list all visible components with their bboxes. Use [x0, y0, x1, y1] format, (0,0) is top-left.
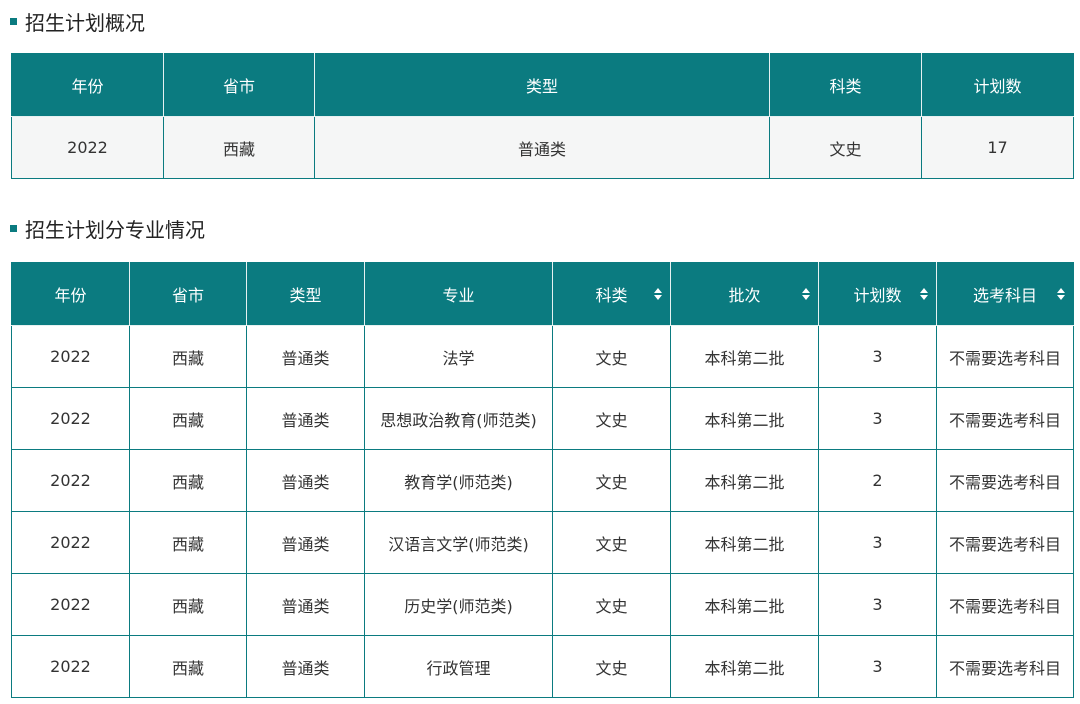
- cell-year: 2022: [11, 387, 130, 450]
- cell-major: 思想政治教育(师范类): [364, 387, 553, 450]
- majors-header-batch-sortable[interactable]: 批次: [670, 262, 819, 326]
- cell-category: 文史: [552, 449, 671, 512]
- cell-major: 汉语言文学(师范类): [364, 511, 553, 574]
- cell-batch: 本科第二批: [670, 387, 819, 450]
- majors-header-major: 专业: [364, 262, 553, 326]
- header-label: 省市: [171, 286, 204, 305]
- cell-major: 教育学(师范类): [364, 449, 553, 512]
- cell-category: 文史: [552, 635, 671, 698]
- table-row: 2022 西藏 普通类 行政管理 文史 本科第二批 3 不需要选考科目: [11, 635, 1074, 698]
- overview-header-year: 年份: [11, 53, 164, 117]
- header-label: 选考科目: [972, 286, 1037, 305]
- majors-title-text: 招生计划分专业情况: [25, 217, 205, 242]
- majors-header-type: 类型: [246, 262, 365, 326]
- cell-year: 2022: [11, 449, 130, 512]
- square-bullet-icon: [10, 224, 17, 232]
- table-row: 2022 西藏 普通类 历史学(师范类) 文史 本科第二批 3 不需要选考科目: [11, 573, 1074, 636]
- cell-batch: 本科第二批: [670, 511, 819, 574]
- cell-batch: 本科第二批: [670, 325, 819, 388]
- cell-plan-count: 3: [818, 387, 937, 450]
- table-row: 2022 西藏 普通类 教育学(师范类) 文史 本科第二批 2 不需要选考科目: [11, 449, 1074, 512]
- cell-subjects: 不需要选考科目: [936, 511, 1074, 574]
- majors-header-category-sortable[interactable]: 科类: [552, 262, 671, 326]
- overview-cell-plan-count: 17: [921, 116, 1074, 179]
- header-label: 专业: [442, 286, 475, 305]
- majors-header-plan-count-sortable[interactable]: 计划数: [818, 262, 937, 326]
- cell-major: 行政管理: [364, 635, 553, 698]
- cell-subjects: 不需要选考科目: [936, 635, 1074, 698]
- cell-year: 2022: [11, 573, 130, 636]
- cell-type: 普通类: [246, 325, 365, 388]
- cell-plan-count: 3: [818, 635, 937, 698]
- cell-category: 文史: [552, 325, 671, 388]
- cell-plan-count: 3: [818, 511, 937, 574]
- cell-type: 普通类: [246, 635, 365, 698]
- cell-province: 西藏: [129, 635, 247, 698]
- cell-subjects: 不需要选考科目: [936, 449, 1074, 512]
- cell-province: 西藏: [129, 573, 247, 636]
- cell-subjects: 不需要选考科目: [936, 325, 1074, 388]
- cell-province: 西藏: [129, 325, 247, 388]
- cell-category: 文史: [552, 511, 671, 574]
- overview-section-title: 招生计划概况: [10, 6, 145, 36]
- table-row: 2022 西藏 普通类 汉语言文学(师范类) 文史 本科第二批 3 不需要选考科…: [11, 511, 1074, 574]
- cell-subjects: 不需要选考科目: [936, 387, 1074, 450]
- cell-major: 历史学(师范类): [364, 573, 553, 636]
- overview-table: 年份 省市 类型 科类 计划数 2022 西藏 普通类 文史 17: [11, 53, 1074, 179]
- cell-province: 西藏: [129, 449, 247, 512]
- header-label: 科类: [595, 286, 628, 305]
- cell-category: 文史: [552, 387, 671, 450]
- sort-icon[interactable]: [654, 288, 662, 300]
- table-row: 2022 西藏 普通类 法学 文史 本科第二批 3 不需要选考科目: [11, 325, 1074, 388]
- majors-header-row: 年份 省市 类型 专业 科类 批次 计划数 选考科目: [11, 262, 1074, 326]
- cell-type: 普通类: [246, 449, 365, 512]
- cell-batch: 本科第二批: [670, 449, 819, 512]
- sort-icon[interactable]: [1057, 288, 1065, 300]
- cell-type: 普通类: [246, 511, 365, 574]
- header-label: 年份: [54, 286, 87, 305]
- header-label: 计划数: [853, 286, 902, 305]
- overview-header-province: 省市: [163, 53, 315, 117]
- overview-title-text: 招生计划概况: [25, 10, 145, 35]
- overview-header-category: 科类: [769, 53, 922, 117]
- majors-header-province: 省市: [129, 262, 247, 326]
- overview-cell-category: 文史: [769, 116, 922, 179]
- majors-table: 年份 省市 类型 专业 科类 批次 计划数 选考科目 2022 西藏 普通类 法…: [11, 262, 1074, 698]
- majors-header-year: 年份: [11, 262, 130, 326]
- overview-header-row: 年份 省市 类型 科类 计划数: [11, 53, 1074, 117]
- cell-category: 文史: [552, 573, 671, 636]
- cell-province: 西藏: [129, 511, 247, 574]
- square-bullet-icon: [10, 17, 17, 25]
- cell-type: 普通类: [246, 573, 365, 636]
- cell-major: 法学: [364, 325, 553, 388]
- cell-year: 2022: [11, 325, 130, 388]
- overview-header-plan-count: 计划数: [921, 53, 1074, 117]
- cell-plan-count: 3: [818, 573, 937, 636]
- overview-cell-type: 普通类: [314, 116, 770, 179]
- cell-year: 2022: [11, 635, 130, 698]
- cell-type: 普通类: [246, 387, 365, 450]
- overview-cell-year: 2022: [11, 116, 164, 179]
- table-row: 2022 西藏 普通类 思想政治教育(师范类) 文史 本科第二批 3 不需要选考…: [11, 387, 1074, 450]
- overview-header-type: 类型: [314, 53, 770, 117]
- sort-icon[interactable]: [920, 288, 928, 300]
- sort-icon[interactable]: [802, 288, 810, 300]
- majors-section-title: 招生计划分专业情况: [10, 213, 205, 243]
- header-label: 批次: [728, 286, 761, 305]
- cell-plan-count: 2: [818, 449, 937, 512]
- cell-plan-count: 3: [818, 325, 937, 388]
- majors-header-subjects-sortable[interactable]: 选考科目: [936, 262, 1074, 326]
- cell-subjects: 不需要选考科目: [936, 573, 1074, 636]
- overview-cell-province: 西藏: [163, 116, 315, 179]
- header-label: 类型: [289, 286, 322, 305]
- cell-year: 2022: [11, 511, 130, 574]
- cell-batch: 本科第二批: [670, 635, 819, 698]
- table-row: 2022 西藏 普通类 文史 17: [11, 116, 1074, 179]
- cell-province: 西藏: [129, 387, 247, 450]
- cell-batch: 本科第二批: [670, 573, 819, 636]
